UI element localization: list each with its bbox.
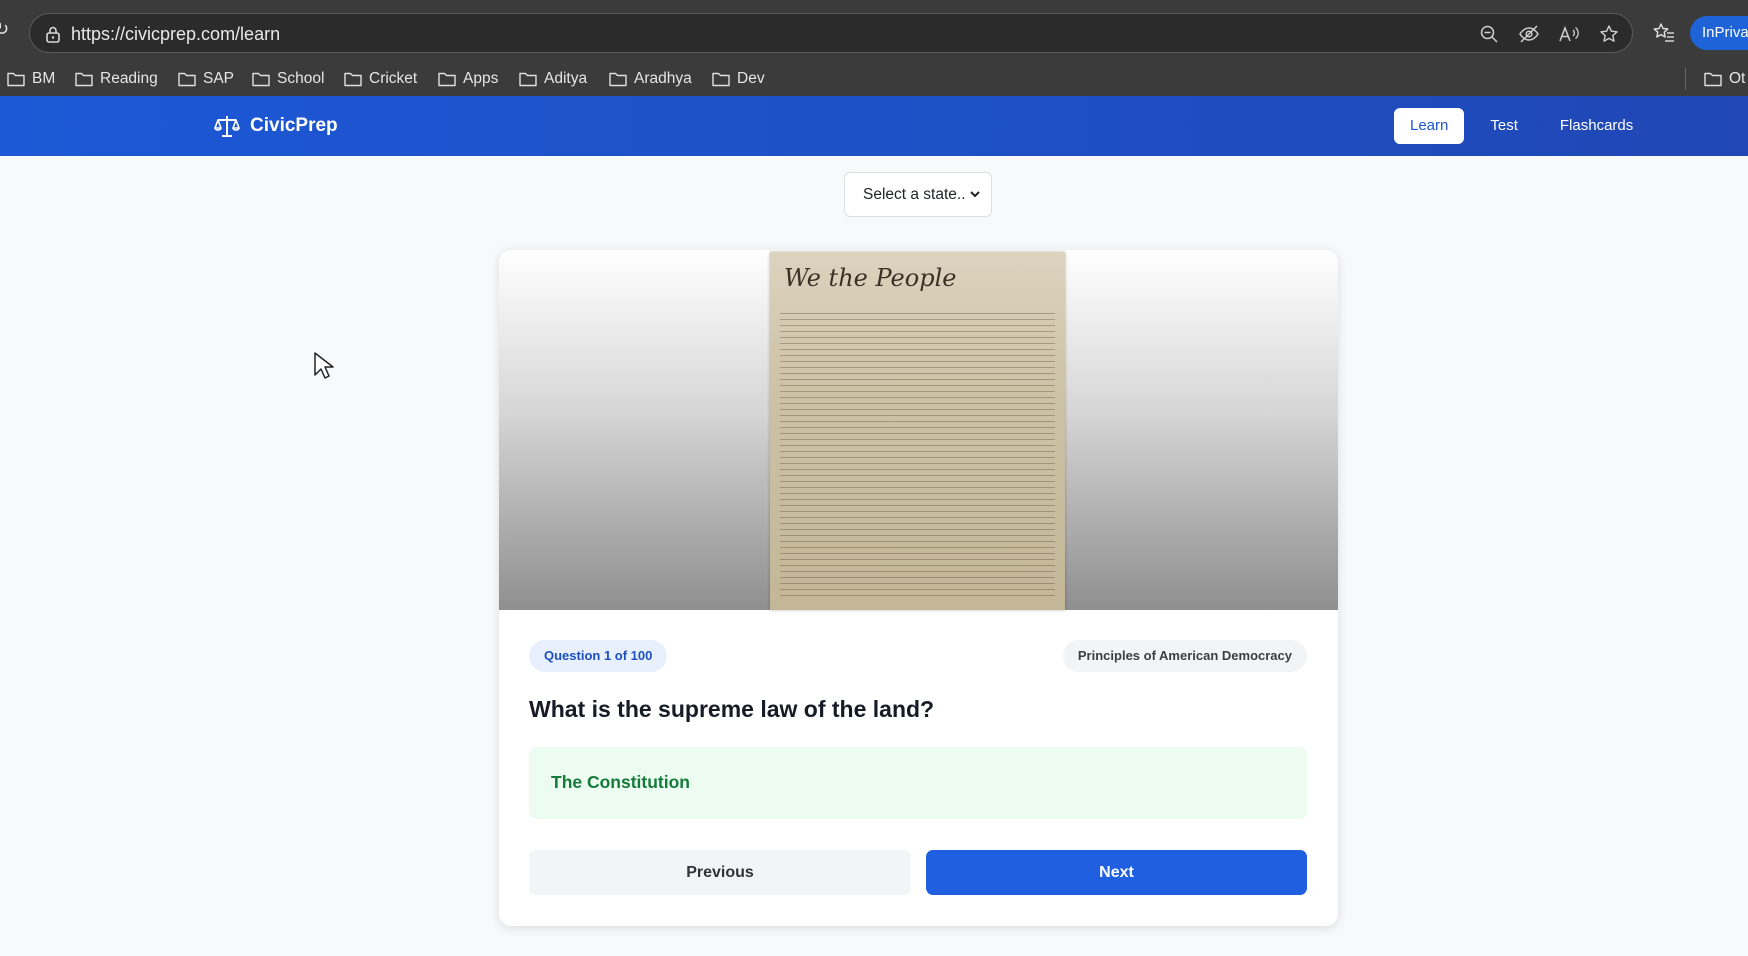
bookmark-label: Aradhya	[634, 70, 692, 87]
hero-image: We the People	[499, 250, 1338, 610]
lock-icon[interactable]	[43, 24, 63, 44]
state-select-value: Select a state..	[863, 185, 966, 203]
bookmark-folder[interactable]: Aradhya	[608, 66, 692, 92]
bookmark-label: Apps	[463, 70, 499, 87]
tracking-prevention-icon[interactable]	[1516, 21, 1542, 47]
folder-icon	[344, 72, 362, 87]
folder-icon	[7, 72, 25, 87]
address-bar[interactable]: https://civicprep.com/learn	[29, 13, 1633, 53]
answer-text: The Constitution	[551, 772, 691, 792]
bookmark-folder[interactable]: Apps	[437, 66, 498, 92]
question-text: What is the supreme law of the land?	[529, 696, 935, 722]
bookmark-folder[interactable]: Cricket	[343, 66, 417, 92]
chevron-down-icon	[970, 191, 980, 198]
bookmark-label: School	[277, 70, 325, 87]
nav-flashcards[interactable]: Flashcards	[1544, 108, 1649, 144]
favorite-star-icon[interactable]	[1596, 21, 1622, 47]
bookmark-label: SAP	[203, 70, 235, 87]
document-script-lines	[780, 308, 1055, 598]
inprivate-badge[interactable]: InPrivat	[1690, 16, 1748, 50]
zoom-out-icon[interactable]	[1476, 21, 1502, 47]
address-row: ↻ https://civicprep.com/learn InPrivat	[0, 0, 1748, 62]
brand-name: CivicPrep	[250, 115, 338, 136]
bookmark-label: Reading	[100, 70, 158, 87]
answer-box: The Constitution	[529, 747, 1307, 819]
folder-icon	[178, 72, 196, 87]
url-text[interactable]: https://civicprep.com/learn	[71, 23, 280, 45]
bookmark-label: BM	[32, 70, 56, 87]
bookmarks-divider	[1685, 68, 1686, 90]
folder-icon	[438, 72, 456, 87]
next-button[interactable]: Next	[926, 850, 1307, 895]
bookmark-folder[interactable]: Dev	[711, 66, 765, 92]
bookmark-label: Dev	[737, 70, 765, 87]
app-navbar: CivicPrep Learn Test Flashcards	[0, 96, 1748, 156]
state-select[interactable]: Select a state..	[844, 172, 992, 217]
folder-icon	[75, 72, 93, 87]
brand-logo[interactable]: CivicPrep	[214, 111, 338, 141]
folder-icon	[712, 72, 730, 87]
folder-icon	[609, 72, 627, 87]
question-counter-badge: Question 1 of 100	[529, 640, 668, 672]
bookmark-label: Cricket	[369, 70, 418, 87]
reload-icon[interactable]: ↻	[0, 20, 12, 38]
bookmark-folder[interactable]: SAP	[177, 66, 234, 92]
folder-icon	[1704, 72, 1722, 87]
favorites-icon[interactable]	[1652, 21, 1676, 45]
bookmark-folder[interactable]: Aditya	[518, 66, 587, 92]
question-card: We the People Question 1 of 100 Principl…	[499, 250, 1338, 926]
bookmark-label: Aditya	[544, 70, 588, 87]
bookmark-label: Ot	[1729, 70, 1746, 87]
other-bookmarks-folder[interactable]: Ot	[1703, 66, 1745, 92]
nav-test[interactable]: Test	[1474, 108, 1534, 144]
constitution-image: We the People	[770, 252, 1065, 610]
category-badge: Principles of American Democracy	[1062, 640, 1307, 672]
nav-links: Learn Test Flashcards	[1394, 108, 1649, 144]
previous-button[interactable]: Previous	[529, 850, 911, 895]
bookmarks-bar: BM Reading SAP School Cricket Apps Adity…	[0, 62, 1748, 96]
folder-icon	[252, 72, 270, 87]
bookmark-folder[interactable]: BM	[6, 66, 55, 92]
document-heading: We the People	[784, 264, 957, 292]
scales-icon	[214, 116, 240, 137]
folder-icon	[519, 72, 537, 87]
bookmark-folder[interactable]: School	[251, 66, 324, 92]
read-aloud-icon[interactable]	[1556, 21, 1582, 47]
address-bar-icons	[1476, 21, 1622, 47]
browser-toolbar: ↻ https://civicprep.com/learn InPrivat B…	[0, 0, 1748, 96]
bookmark-folder[interactable]: Reading	[74, 66, 158, 92]
mouse-cursor-icon	[314, 352, 334, 379]
nav-learn[interactable]: Learn	[1394, 108, 1465, 144]
